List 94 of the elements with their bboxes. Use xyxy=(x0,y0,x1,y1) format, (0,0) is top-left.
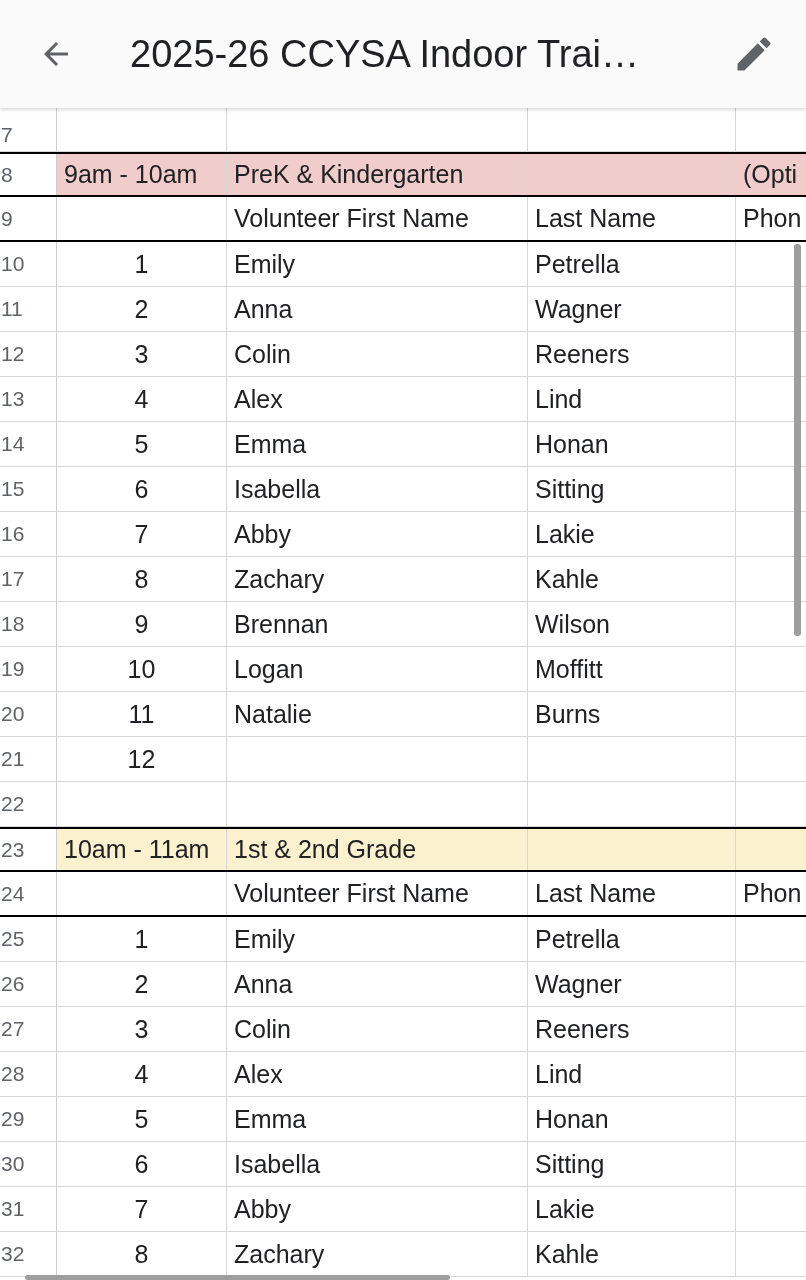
row-number: 28 xyxy=(0,1052,57,1096)
row-number: 7 xyxy=(0,108,57,151)
table-cell: Abby xyxy=(227,1187,528,1231)
row-number: 14 xyxy=(0,422,57,466)
row-number: 15 xyxy=(0,467,57,511)
table-cell: Colin xyxy=(227,332,528,376)
table-cell: Alex xyxy=(227,1052,528,1096)
row-number: 17 xyxy=(0,557,57,601)
table-cell: Lakie xyxy=(528,512,736,556)
row-number: 9 xyxy=(0,197,57,240)
row-number: 21 xyxy=(0,737,57,781)
section-cell xyxy=(736,829,806,870)
table-cell: Burns xyxy=(528,692,736,736)
table-cell: Kahle xyxy=(528,557,736,601)
table-cell: Alex xyxy=(227,377,528,421)
table-cell: Reeners xyxy=(528,332,736,376)
row-number: 11 xyxy=(0,287,57,331)
table-cell: 10 xyxy=(57,647,227,691)
table-cell: Emma xyxy=(227,422,528,466)
table-cell: Zachary xyxy=(227,557,528,601)
table-cell: Lakie xyxy=(528,1187,736,1231)
row-number: 16 xyxy=(0,512,57,556)
table-cell: 2 xyxy=(57,287,227,331)
table-cell: Petrella xyxy=(528,242,736,286)
table-cell: 1 xyxy=(57,242,227,286)
table-cell: Moffitt xyxy=(528,647,736,691)
time-slot-cell: 9am - 10am xyxy=(57,154,227,195)
time-slot-cell: 10am - 11am xyxy=(57,829,227,870)
group-title-cell: 1st & 2nd Grade xyxy=(227,829,528,870)
table-cell: 5 xyxy=(57,1097,227,1141)
table-cell: Honan xyxy=(528,1097,736,1141)
table-cell: Isabella xyxy=(227,1142,528,1186)
table-cell: Abby xyxy=(227,512,528,556)
table-cell: 2 xyxy=(57,962,227,1006)
row-number: 12 xyxy=(0,332,57,376)
column-header: Last Name xyxy=(528,197,736,240)
table-cell: Emily xyxy=(227,242,528,286)
row-number: 13 xyxy=(0,377,57,421)
table-cell: 4 xyxy=(57,377,227,421)
table-cell: Anna xyxy=(227,962,528,1006)
row-number: 10 xyxy=(0,242,57,286)
group-title-cell: PreK & Kindergarten xyxy=(227,154,528,195)
row-number: 19 xyxy=(0,647,57,691)
table-cell: Reeners xyxy=(528,1007,736,1051)
table-cell: Wagner xyxy=(528,962,736,1006)
table-cell: Logan xyxy=(227,647,528,691)
table-cell: Emma xyxy=(227,1097,528,1141)
document-title: 2025-26 CCYSA Indoor Trai… xyxy=(130,32,641,76)
table-cell: 12 xyxy=(57,737,227,781)
table-cell: Honan xyxy=(528,422,736,466)
row-number: 26 xyxy=(0,962,57,1006)
column-header: Last Name xyxy=(528,872,736,915)
scrollbar[interactable] xyxy=(25,1275,450,1280)
row-number: 30 xyxy=(0,1142,57,1186)
table-cell: 3 xyxy=(57,332,227,376)
table-cell: Sitting xyxy=(528,1142,736,1186)
column-header: Phon xyxy=(742,878,803,909)
table-cell: 3 xyxy=(57,1007,227,1051)
row-number: 31 xyxy=(0,1187,57,1231)
table-cell: Colin xyxy=(227,1007,528,1051)
table-cell: 1 xyxy=(57,917,227,961)
row-number: 25 xyxy=(0,917,57,961)
row-number: 20 xyxy=(0,692,57,736)
table-cell: 6 xyxy=(57,467,227,511)
table-cell: 7 xyxy=(57,512,227,556)
table-cell: 9 xyxy=(57,602,227,646)
table-cell: Brennan xyxy=(227,602,528,646)
row-number: 22 xyxy=(0,782,57,826)
section-cell: (Opti xyxy=(736,154,806,195)
table-cell: Isabella xyxy=(227,467,528,511)
table-cell: 11 xyxy=(57,692,227,736)
row-number: 24 xyxy=(0,872,57,915)
table-cell: 8 xyxy=(57,557,227,601)
table-cell: Petrella xyxy=(528,917,736,961)
table-cell: Sitting xyxy=(528,467,736,511)
table-cell: Anna xyxy=(227,287,528,331)
table-cell: Natalie xyxy=(227,692,528,736)
table-cell: Lind xyxy=(528,377,736,421)
row-number: 27 xyxy=(0,1007,57,1051)
column-header: Volunteer First Name xyxy=(227,872,528,915)
table-cell: Wagner xyxy=(528,287,736,331)
row-number: 18 xyxy=(0,602,57,646)
table-cell: Emily xyxy=(227,917,528,961)
row-number: 29 xyxy=(0,1097,57,1141)
table-cell: Kahle xyxy=(528,1232,736,1276)
table-cell: 7 xyxy=(57,1187,227,1231)
table-cell: Lind xyxy=(528,1052,736,1096)
scrollbar[interactable] xyxy=(794,244,801,636)
column-header: Volunteer First Name xyxy=(227,197,528,240)
table-cell: Wilson xyxy=(528,602,736,646)
table-cell: 4 xyxy=(57,1052,227,1096)
table-cell: 6 xyxy=(57,1142,227,1186)
column-header: Phon xyxy=(742,203,803,234)
table-cell: 5 xyxy=(57,422,227,466)
